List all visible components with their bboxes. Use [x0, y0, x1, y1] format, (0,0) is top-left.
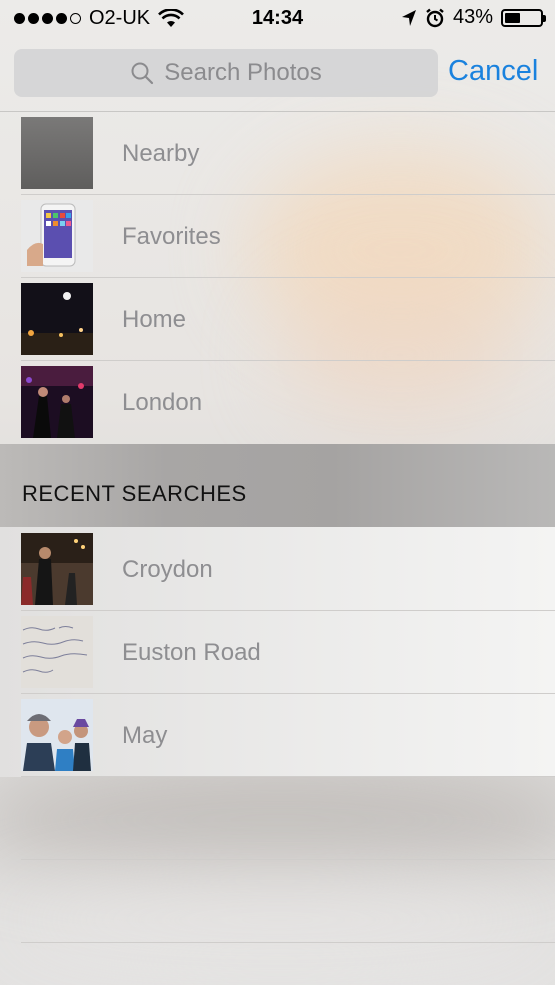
- list-item-label: Croydon: [122, 556, 213, 583]
- list-item-label: Favorites: [122, 223, 221, 250]
- list-item-label: May: [122, 722, 168, 749]
- section-header-recent: RECENT SEARCHES: [0, 444, 555, 527]
- battery-icon: [501, 8, 546, 27]
- status-bar: O2-UK 14:34 43%: [0, 0, 555, 36]
- battery-percent: 43%: [452, 6, 493, 28]
- list-item-label: Euston Road: [122, 639, 261, 666]
- thumbnail-favorites: [21, 200, 93, 272]
- thumbnail-may: [21, 699, 93, 771]
- divider: [21, 776, 555, 777]
- list-item-label: London: [122, 389, 203, 416]
- alarm-clock-icon: [426, 8, 444, 27]
- thumbnail-home: [21, 283, 93, 355]
- divider: [21, 942, 555, 943]
- search-input[interactable]: Search Photos: [14, 49, 438, 97]
- cancel-button[interactable]: Cancel: [448, 55, 538, 88]
- divider: [21, 859, 555, 860]
- list-item-label: Nearby: [122, 140, 200, 167]
- thumbnail-croydon: [21, 533, 93, 605]
- list-item-favorites[interactable]: Favorites: [0, 195, 555, 278]
- search-placeholder: Search Photos: [164, 59, 322, 86]
- thumbnail-euston-road: [21, 616, 93, 688]
- list-item-may[interactable]: May: [0, 694, 555, 777]
- list-item-croydon[interactable]: Croydon: [0, 528, 555, 611]
- list-item-home[interactable]: Home: [0, 278, 555, 361]
- list-item-euston-road[interactable]: Euston Road: [0, 611, 555, 694]
- location-arrow-icon: [401, 9, 416, 26]
- list-item-label: Home: [122, 306, 187, 333]
- search-icon: [131, 62, 154, 85]
- thumbnail-nearby: [21, 117, 93, 189]
- list-item-london[interactable]: London: [0, 361, 555, 444]
- thumbnail-london: [21, 366, 93, 438]
- list-item-nearby[interactable]: Nearby: [0, 112, 555, 195]
